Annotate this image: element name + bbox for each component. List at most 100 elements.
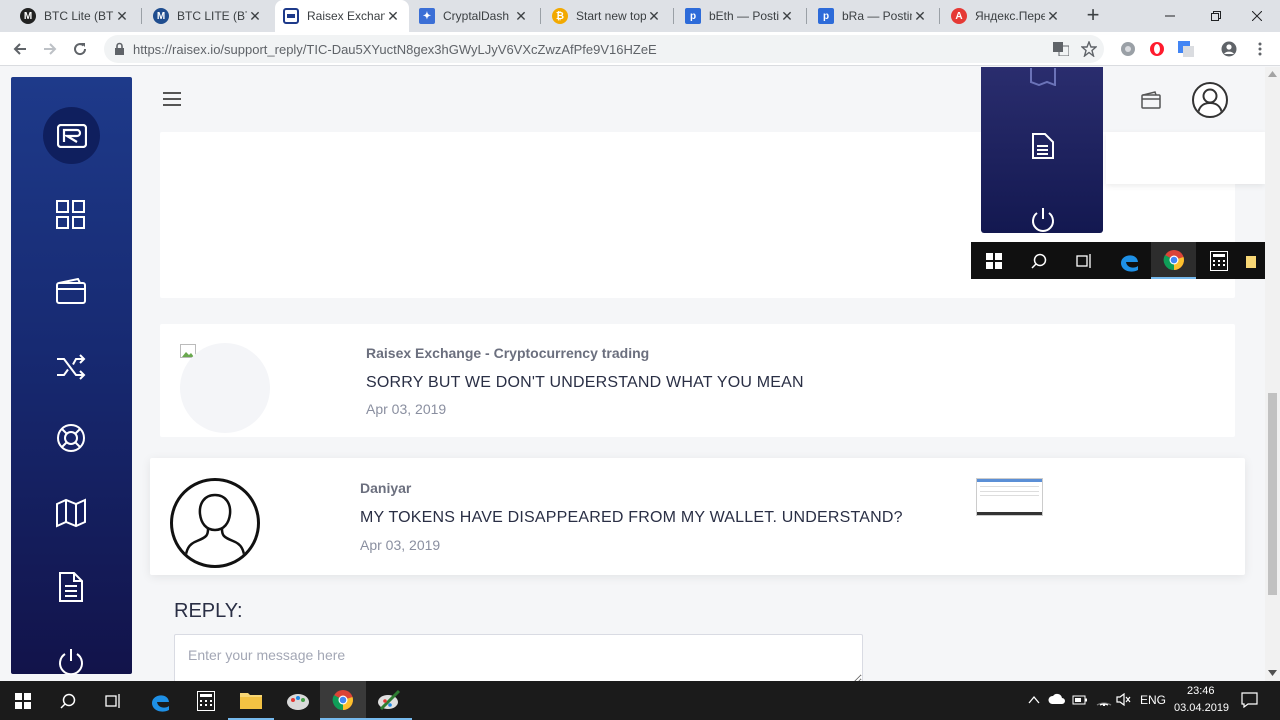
translate-icon[interactable] bbox=[1053, 42, 1069, 56]
sidebar-item-support[interactable] bbox=[54, 421, 88, 455]
grid-icon bbox=[56, 200, 85, 229]
star-icon[interactable] bbox=[1081, 41, 1097, 57]
minimize-icon bbox=[1165, 15, 1175, 17]
message-date: Apr 03, 2019 bbox=[366, 401, 447, 417]
tab-yandex-translate[interactable]: A Яндекс.Перев ✕ bbox=[943, 0, 1069, 32]
notification-icon[interactable] bbox=[1241, 692, 1258, 708]
volume-muted-icon[interactable] bbox=[1116, 693, 1132, 706]
clock-date[interactable]: 03.04.2019 bbox=[1174, 702, 1229, 714]
user-silhouette-icon bbox=[183, 493, 247, 562]
raisex-logo[interactable] bbox=[43, 107, 100, 164]
paint-button[interactable] bbox=[275, 681, 321, 720]
omnibox[interactable]: https://raisex.io/support_reply/TIC-Dau5… bbox=[104, 35, 1104, 63]
tab-bra-postimage[interactable]: p bRa — Postim ✕ bbox=[810, 0, 936, 32]
tab-title: CryptalDash Ex bbox=[443, 9, 513, 23]
battery-icon[interactable] bbox=[1072, 693, 1088, 706]
minimize-button[interactable] bbox=[1147, 0, 1193, 32]
scroll-down-icon[interactable] bbox=[1268, 670, 1277, 676]
file-explorer-button[interactable] bbox=[228, 681, 274, 720]
reload-button[interactable] bbox=[68, 37, 92, 61]
lock-icon bbox=[115, 42, 124, 55]
search-icon bbox=[60, 693, 76, 709]
forward-button[interactable] bbox=[38, 37, 62, 61]
task-view-icon bbox=[105, 693, 120, 708]
sidebar bbox=[11, 77, 132, 676]
calculator-button[interactable] bbox=[183, 681, 229, 720]
task-view-button[interactable] bbox=[90, 681, 136, 720]
edge-button[interactable] bbox=[137, 681, 183, 720]
tab-title: bRa — Postim bbox=[842, 9, 912, 23]
task-view-icon bbox=[1061, 242, 1106, 279]
close-icon[interactable]: ✕ bbox=[779, 8, 795, 25]
arrow-right-icon bbox=[44, 43, 57, 55]
tab-cryptaldash[interactable]: ✦ CryptalDash Ex ✕ bbox=[411, 0, 537, 32]
sidebar-item-exchange[interactable] bbox=[54, 350, 88, 384]
tab-title: BTC LITE (BTCL) bbox=[177, 9, 247, 23]
chevron-up-icon[interactable] bbox=[1028, 695, 1040, 705]
page-content: Raisex Exchange - Cryptocurrency trading… bbox=[0, 67, 1265, 681]
profile-icon[interactable] bbox=[1221, 41, 1237, 57]
paint-icon bbox=[287, 693, 309, 710]
sidebar-item-logout[interactable] bbox=[54, 645, 88, 679]
sidebar-item-dashboard[interactable] bbox=[54, 198, 88, 232]
sidebar-item-documents[interactable] bbox=[54, 570, 88, 604]
chrome-button[interactable] bbox=[320, 681, 366, 720]
close-icon[interactable]: ✕ bbox=[1045, 8, 1061, 25]
wifi-icon[interactable] bbox=[1096, 692, 1112, 706]
tab-title: Raisex Exchange bbox=[307, 9, 385, 23]
more-menu-icon[interactable] bbox=[1252, 41, 1268, 57]
maximize-button[interactable] bbox=[1193, 0, 1239, 32]
close-icon[interactable]: ✕ bbox=[912, 8, 928, 25]
tab-btc-lite-1[interactable]: M BTC Lite (BTCL) ✕ bbox=[12, 0, 138, 32]
clock-time[interactable]: 23:46 bbox=[1187, 685, 1215, 697]
wallet-icon[interactable] bbox=[1141, 91, 1161, 109]
reply-label: REPLY: bbox=[174, 600, 243, 622]
back-button[interactable] bbox=[8, 37, 32, 61]
tab-title: bEth — Postim bbox=[709, 9, 779, 23]
postimage-icon: p bbox=[818, 8, 834, 24]
tab-raisex-exchange[interactable]: Raisex Exchange ✕ bbox=[275, 0, 409, 32]
calculator-icon bbox=[1196, 242, 1241, 279]
yandex-translate-icon: A bbox=[951, 8, 967, 24]
tab-start-new-topic[interactable]: ₿ Start new topic ✕ bbox=[544, 0, 670, 32]
vpn-extension-icon[interactable] bbox=[1120, 41, 1136, 57]
onedrive-icon[interactable] bbox=[1048, 693, 1066, 705]
search-button[interactable] bbox=[45, 681, 91, 720]
url-text[interactable]: https://raisex.io/support_reply/TIC-Dau5… bbox=[133, 42, 657, 57]
scroll-up-icon[interactable] bbox=[1268, 71, 1277, 77]
attachment-thumbnail[interactable] bbox=[976, 478, 1043, 516]
google-translate-extension-icon[interactable] bbox=[1178, 41, 1194, 57]
map-icon bbox=[56, 498, 86, 528]
new-tab-button[interactable]: + bbox=[1082, 4, 1104, 28]
close-icon[interactable]: ✕ bbox=[513, 8, 529, 25]
message-text: SORRY BUT WE DON'T UNDERSTAND WHAT YOU M… bbox=[366, 374, 804, 391]
document-icon bbox=[59, 572, 83, 602]
close-icon[interactable]: ✕ bbox=[646, 8, 662, 25]
start-button[interactable] bbox=[0, 681, 46, 720]
folder-icon bbox=[1241, 242, 1261, 279]
hamburger-menu-button[interactable] bbox=[163, 92, 181, 106]
tab-title: Start new topic bbox=[576, 9, 646, 23]
close-window-button[interactable] bbox=[1234, 0, 1280, 32]
language-indicator[interactable]: ENG bbox=[1140, 693, 1166, 707]
message-author: Daniyar bbox=[360, 480, 412, 496]
message-text: MY TOKENS HAVE DISAPPEARED FROM MY WALLE… bbox=[360, 509, 903, 526]
sidebar-item-wallet[interactable] bbox=[54, 274, 88, 308]
close-icon bbox=[1252, 11, 1262, 21]
close-icon[interactable]: ✕ bbox=[247, 8, 263, 25]
sidebar-item-map[interactable] bbox=[54, 496, 88, 530]
reply-textarea[interactable] bbox=[174, 634, 863, 681]
close-icon[interactable]: ✕ bbox=[114, 8, 130, 25]
close-icon[interactable]: ✕ bbox=[385, 8, 401, 25]
paint-3d-button[interactable] bbox=[366, 681, 412, 720]
pasted-card-fragment bbox=[1106, 132, 1265, 184]
opera-extension-icon[interactable] bbox=[1149, 41, 1165, 57]
lifebuoy-icon bbox=[57, 424, 85, 452]
windows-taskbar: ENG 23:46 03.04.2019 bbox=[0, 681, 1280, 720]
reload-icon bbox=[74, 43, 87, 56]
tab-btc-lite-2[interactable]: M BTC LITE (BTCL) ✕ bbox=[145, 0, 271, 32]
windows-logo-icon bbox=[15, 692, 31, 709]
scrollbar-thumb[interactable] bbox=[1268, 393, 1277, 595]
user-avatar-button[interactable] bbox=[1192, 82, 1228, 118]
tab-beth-postimage[interactable]: p bEth — Postim ✕ bbox=[677, 0, 803, 32]
